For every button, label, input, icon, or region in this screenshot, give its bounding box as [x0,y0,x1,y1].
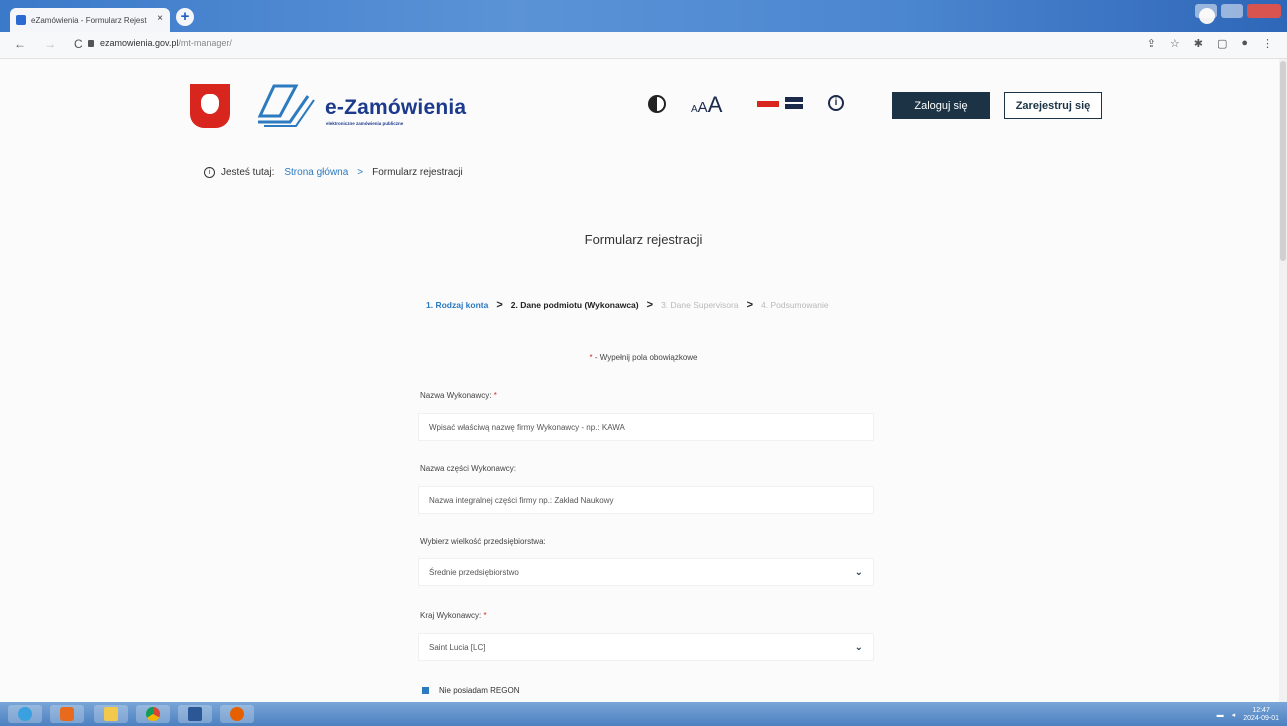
font-size-switcher: AAA [691,92,722,118]
font-medium-button[interactable]: A [698,99,708,116]
font-small-button[interactable]: A [691,104,698,115]
chevron-down-icon[interactable]: ⌄ [855,567,863,578]
chrome-icon[interactable] [136,705,170,723]
page-title: Formularz rejestracji [584,232,703,247]
media-player-icon[interactable] [50,705,84,723]
back-button[interactable]: ← [14,37,26,51]
required-star: * [483,611,487,620]
favicon-icon [16,15,26,25]
english-flag-icon[interactable] [785,97,803,109]
reload-button[interactable]: C [74,37,83,51]
maximize-button[interactable] [1221,4,1243,18]
company-size-label-text: Wybierz wielkość przedsiębiorstwa: [420,537,546,546]
step-1[interactable]: 1. Rodzaj konta [426,300,488,310]
star-icon[interactable]: ☆ [1170,37,1180,50]
country-value: Saint Lucia [LC] [429,642,486,652]
firefox-icon[interactable] [220,705,254,723]
company-size-label: Wybierz wielkość przedsiębiorstwa: [420,537,546,546]
system-tray: ▬ ◂ 12:47 2024-09-01 [1217,707,1279,723]
polish-flag-icon[interactable] [757,101,779,107]
step-4: 4. Podsumowanie [761,300,829,310]
required-note: * - Wypełnij pola obowiązkowe [0,353,1287,362]
step-2[interactable]: 2. Dane podmiotu (Wykonawca) [511,300,639,310]
profile-icon[interactable]: ● [1241,37,1248,50]
registration-steps: 1. Rodzaj konta > 2. Dane podmiotu (Wyko… [426,299,829,311]
country-label-text: Kraj Wykonawcy: [420,611,482,620]
url-domain: ezamowienia.gov.pl [100,38,179,48]
tray-date[interactable]: 2024-09-01 [1243,715,1279,723]
close-tab-icon[interactable]: × [157,13,163,24]
font-large-button[interactable]: A [708,92,723,117]
share-icon[interactable]: ⇪ [1147,37,1156,50]
breadcrumb: i Jesteś tutaj: Strona główna > Formular… [204,167,463,178]
contrast-icon[interactable] [648,95,666,113]
menu-icon[interactable]: ⋮ [1262,37,1273,50]
poland-emblem-icon [190,84,230,128]
scrollbar-thumb[interactable] [1280,61,1286,261]
start-button[interactable] [8,705,42,723]
tray-volume-icon[interactable]: ◂ [1232,711,1236,719]
breadcrumb-home-link[interactable]: Strona główna [284,167,348,178]
step-chevron-icon: > [496,299,503,311]
forward-button[interactable]: → [44,37,56,51]
new-tab-button[interactable]: + [176,8,194,26]
browser-tab-bar: eZamówienia - Formularz Rejest × + [0,0,1287,32]
url-field[interactable]: ezamowienia.gov.pl/mt-manager/ [88,38,232,48]
tray-clock[interactable]: 12:47 [1252,707,1270,715]
step-chevron-icon: > [646,299,654,311]
url-path: /mt-manager/ [178,38,232,48]
extensions-icon[interactable]: ✱ [1194,37,1203,50]
country-select[interactable]: Saint Lucia [LC] ⌄ [418,633,874,661]
window-controls [1195,4,1281,18]
breadcrumb-separator: > [357,167,364,178]
sidepanel-icon[interactable]: ▢ [1217,37,1227,50]
register-button[interactable]: Zarejestruj się [1004,92,1102,119]
contractor-name-input[interactable]: Wpisać właściwą nazwę firmy Wykonawcy - … [418,413,874,441]
required-note-text: - Wypełnij pola obowiązkowe [592,353,698,362]
contractor-name-label: Nazwa Wykonawcy: * [420,391,497,400]
minimize-button[interactable] [1195,4,1217,18]
contractor-unit-label-text: Nazwa części Wykonawcy: [420,464,516,473]
tray-network-icon[interactable]: ▬ [1217,712,1224,719]
contractor-name-label-text: Nazwa Wykonawcy: [420,391,492,400]
step-chevron-icon: > [746,299,753,311]
brand-name[interactable]: e-Zamówienia [325,96,466,120]
no-regon-checkbox-row[interactable]: Nie posiadam REGON [422,686,519,695]
breadcrumb-current: Formularz rejestracji [372,167,463,178]
brand-tagline: elektroniczne zamówienia publiczne [326,121,404,126]
no-regon-checkbox[interactable] [422,687,429,694]
tab-title: eZamówienia - Formularz Rejest [31,15,147,25]
info-icon: i [204,167,215,178]
page-scrollbar[interactable] [1279,59,1287,702]
lock-icon [88,39,94,47]
contractor-unit-label: Nazwa części Wykonawcy: [420,464,516,473]
info-icon[interactable]: i [828,95,844,111]
e-zamowienia-logo-icon [257,84,315,127]
browser-tab[interactable]: eZamówienia - Formularz Rejest × [10,8,170,32]
required-star: * [493,391,497,400]
file-explorer-icon[interactable] [94,705,128,723]
company-size-value: Średnie przedsiębiorstwo [429,567,519,577]
company-size-select[interactable]: Średnie przedsiębiorstwo ⌄ [418,558,874,586]
breadcrumb-prefix: Jesteś tutaj: [221,167,275,178]
no-regon-label: Nie posiadam REGON [439,686,520,695]
os-taskbar: ▬ ◂ 12:47 2024-09-01 [0,702,1287,726]
contractor-unit-input[interactable]: Nazwa integralnej części firmy np.: Zakł… [418,486,874,514]
chevron-down-icon[interactable]: ⌄ [855,642,863,653]
word-icon[interactable] [178,705,212,723]
login-button[interactable]: Zaloguj się [892,92,990,119]
step-3: 3. Dane Supervisora [661,300,739,310]
address-bar: ← → C ezamowienia.gov.pl/mt-manager/ ⇪ ☆… [0,32,1287,59]
country-label: Kraj Wykonawcy: * [420,611,487,620]
close-window-button[interactable] [1247,4,1281,18]
